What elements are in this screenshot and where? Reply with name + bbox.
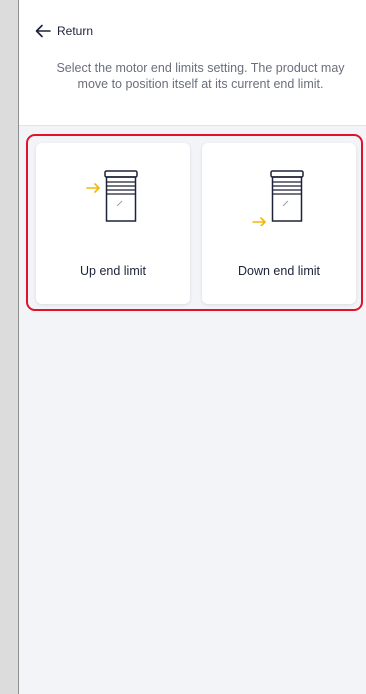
header: Return Select the motor end limits setti… — [19, 0, 366, 126]
instruction-text: Select the motor end limits setting. The… — [56, 61, 345, 91]
up-end-limit-card[interactable]: Up end limit — [36, 143, 190, 304]
app-screen: Return Select the motor end limits setti… — [18, 0, 366, 694]
back-arrow-icon — [35, 24, 51, 38]
return-label: Return — [57, 24, 94, 38]
down-end-limit-label: Down end limit — [238, 264, 320, 278]
return-button[interactable]: Return — [35, 24, 93, 38]
up-end-limit-label: Up end limit — [80, 264, 146, 278]
down-end-limit-card[interactable]: Down end limit — [202, 143, 356, 304]
